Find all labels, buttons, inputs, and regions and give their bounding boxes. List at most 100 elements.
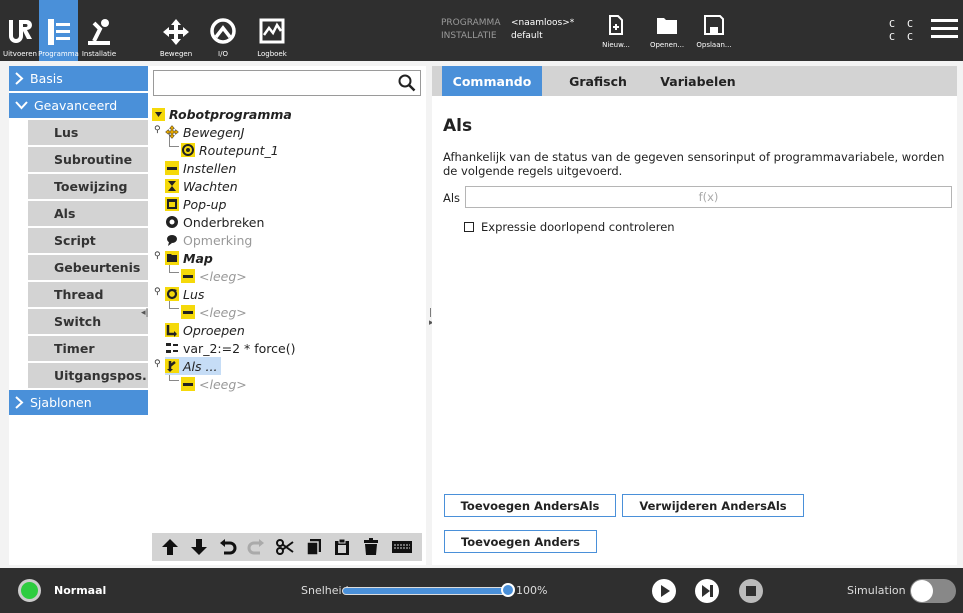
ur-logo-icon — [9, 20, 32, 43]
sidebar-item-thread[interactable]: Thread — [28, 282, 148, 307]
copy-icon[interactable] — [305, 538, 323, 556]
sidebar-item-gebeurtenis[interactable]: Gebeurtenis — [28, 255, 148, 280]
tab-commando[interactable]: Commando — [442, 66, 542, 96]
expand-pin-icon[interactable]: ⚲ — [154, 359, 161, 369]
expand-pin-icon[interactable]: ⚲ — [154, 125, 161, 135]
sidebar-item-switch[interactable]: Switch — [28, 309, 148, 334]
redo-icon[interactable] — [247, 538, 265, 556]
sidebar-item-uitgangspositie[interactable]: Uitgangspos... — [28, 363, 156, 388]
move-up-icon[interactable] — [161, 538, 179, 556]
command-sidebar: Basis Geavanceerd Lus Subroutine Toewijz… — [9, 66, 156, 565]
tree-item-waypoint[interactable]: Routepunt_1 — [181, 141, 279, 159]
nav-installation[interactable]: Installatie — [79, 0, 119, 61]
expand-pin-icon[interactable]: ⚲ — [154, 287, 161, 297]
robot-status-label: Normaal — [54, 584, 107, 597]
tree-item-assignment[interactable]: var_2:=2 * force() — [165, 339, 295, 357]
tree-item-loop[interactable]: Lus — [165, 285, 204, 303]
tree-item-set[interactable]: Instellen — [165, 159, 236, 177]
play-icon — [661, 585, 670, 597]
tree-item-movej[interactable]: BewegenJ — [165, 123, 244, 141]
save-button[interactable]: Opslaan... — [694, 14, 734, 49]
checkbox-box[interactable] — [464, 222, 474, 232]
empty-placeholder-icon — [181, 269, 195, 283]
tab-grafisch[interactable]: Grafisch — [550, 66, 646, 96]
nav-run[interactable]: Uitvoeren — [2, 0, 38, 61]
log-chart-icon — [259, 18, 285, 44]
collapse-sidebar-handle[interactable]: ◂| — [141, 308, 149, 318]
new-button[interactable]: Nieuw... — [600, 14, 632, 49]
remove-elseif-button[interactable]: Verwijderen AndersAls — [622, 494, 804, 517]
tree-item-if-selected[interactable]: Als ... — [165, 357, 222, 375]
sidebar-item-subroutine[interactable]: Subroutine — [28, 147, 148, 172]
robot-status-indicator[interactable] — [18, 579, 41, 602]
move-down-icon[interactable] — [190, 538, 208, 556]
nav-log-label: Logboek — [257, 50, 287, 58]
installation-name: default — [511, 31, 543, 41]
tree-item-empty[interactable]: <leeg> — [181, 267, 247, 285]
category-templates-label: Sjablonen — [30, 395, 92, 410]
nav-io[interactable]: I/O — [203, 0, 243, 61]
sidebar-item-als[interactable]: Als — [28, 201, 148, 226]
undo-icon[interactable] — [219, 538, 237, 556]
sidebar-item-toewijzing[interactable]: Toewijzing — [28, 174, 148, 199]
sidebar-item-label: Uitgangspos... — [54, 368, 157, 383]
tree-root[interactable]: Robotprogramma — [151, 105, 292, 123]
add-else-button[interactable]: Toevoegen Anders — [444, 530, 597, 553]
nav-move[interactable]: Bewegen — [156, 0, 196, 61]
simulation-toggle[interactable] — [910, 579, 956, 603]
nav-program[interactable]: Programma — [38, 0, 79, 61]
tree-item-empty[interactable]: <leeg> — [181, 303, 247, 321]
top-bar: Uitvoeren Programma Installatie Bewegen … — [0, 0, 963, 61]
chevron-right-icon — [15, 72, 24, 85]
stop-hand-icon — [165, 215, 179, 229]
tree-item-halt[interactable]: Onderbreken — [165, 213, 264, 231]
hamburger-menu-icon[interactable] — [931, 19, 959, 39]
expression-label: Als — [443, 191, 461, 205]
category-templates[interactable]: Sjablonen — [9, 390, 148, 415]
tree-item-folder[interactable]: Map — [165, 249, 213, 267]
stop-button[interactable] — [739, 579, 763, 603]
add-elseif-button[interactable]: Toevoegen AndersAls — [444, 494, 616, 517]
tab-label: Commando — [452, 73, 532, 89]
sidebar-item-lus[interactable]: Lus — [28, 120, 148, 145]
tree-item-call[interactable]: Oproepen — [165, 321, 245, 339]
sidebar-item-label: Lus — [54, 125, 79, 140]
category-basis[interactable]: Basis — [9, 66, 148, 91]
command-panel: Commando Grafisch Variabelen Als Afhanke… — [432, 66, 957, 565]
nav-log[interactable]: Logboek — [252, 0, 292, 61]
tree-item-wait[interactable]: Wachten — [165, 177, 238, 195]
checkbox-label: Expressie doorlopend controleren — [481, 220, 675, 234]
installation-key: INSTALLATIE — [441, 31, 497, 41]
sidebar-item-label: Timer — [54, 341, 95, 356]
expression-field[interactable]: f(x) — [465, 186, 952, 208]
tree-item-comment[interactable]: Opmerking — [165, 231, 252, 249]
speed-slider-thumb[interactable] — [501, 583, 515, 597]
cc-row-1: C C — [889, 19, 917, 30]
tree-item-empty[interactable]: <leeg> — [181, 375, 247, 393]
continuous-check-checkbox[interactable]: Expressie doorlopend controleren — [464, 220, 675, 234]
tree-search-input[interactable] — [153, 70, 421, 96]
open-button[interactable]: Openen... — [647, 14, 687, 49]
sidebar-item-timer[interactable]: Timer — [28, 336, 148, 361]
search-icon[interactable] — [398, 74, 416, 92]
popup-icon — [165, 197, 179, 211]
paste-clipboard-icon[interactable] — [333, 538, 351, 556]
tab-variabelen[interactable]: Variabelen — [654, 66, 742, 96]
tree-toolbar — [152, 533, 422, 561]
sidebar-item-label: Subroutine — [54, 152, 133, 167]
speed-slider[interactable] — [342, 587, 508, 595]
tree-item-popup[interactable]: Pop-up — [165, 195, 227, 213]
cut-scissors-icon[interactable] — [275, 538, 294, 556]
step-button[interactable] — [695, 579, 719, 603]
delete-trash-icon[interactable] — [362, 538, 380, 556]
sidebar-item-script[interactable]: Script — [28, 228, 148, 253]
button-label: Toevoegen Anders — [460, 534, 581, 549]
sidebar-item-label: Switch — [54, 314, 102, 329]
expand-pin-icon[interactable]: ⚲ — [154, 251, 161, 261]
move-arrows-icon — [165, 125, 179, 139]
tree-item-label: Instellen — [183, 160, 237, 176]
program-key: PROGRAMMA — [441, 18, 501, 28]
suppress-icon[interactable] — [391, 538, 413, 556]
play-button[interactable] — [652, 579, 676, 603]
category-advanced[interactable]: Geavanceerd — [9, 93, 148, 118]
